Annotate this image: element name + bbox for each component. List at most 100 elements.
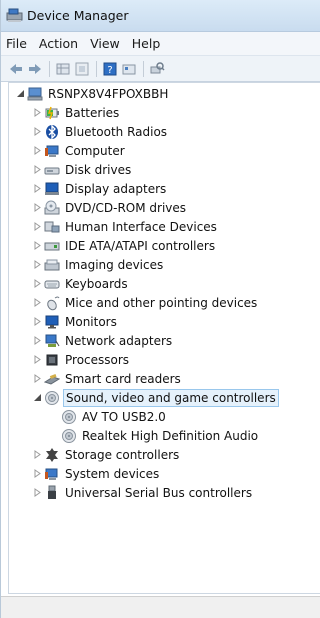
title-bar[interactable]: Device Manager <box>1 0 320 32</box>
back-arrow-icon[interactable] <box>8 61 24 77</box>
disk-drive-icon <box>44 162 60 178</box>
tree-category[interactable]: Computer <box>9 141 320 160</box>
system-devices-icon <box>44 466 60 482</box>
tree-category[interactable]: Mice and other pointing devices <box>9 293 320 312</box>
tree-category[interactable]: Keyboards <box>9 274 320 293</box>
tree-category[interactable]: Imaging devices <box>9 255 320 274</box>
tree-item-label: Monitors <box>65 314 117 329</box>
tree-item-label: Processors <box>65 352 130 367</box>
imaging-device-icon <box>44 257 60 273</box>
menu-file[interactable]: File <box>6 36 27 51</box>
hid-icon <box>44 219 60 235</box>
collapse-arrow-icon[interactable] <box>32 393 42 403</box>
expand-arrow-icon[interactable] <box>32 450 42 460</box>
show-hidden-icon[interactable] <box>74 61 90 77</box>
tree-item-label: Universal Serial Bus controllers <box>65 485 253 500</box>
toolbar-separator <box>143 60 144 77</box>
status-bar <box>1 596 320 618</box>
toolbar-separator <box>96 60 97 77</box>
tree-category[interactable]: Human Interface Devices <box>9 217 320 236</box>
expand-arrow-icon[interactable] <box>32 488 42 498</box>
expand-arrow-icon[interactable] <box>32 165 42 175</box>
tree-item-label: Disk drives <box>65 162 132 177</box>
expand-arrow-icon[interactable] <box>32 279 42 289</box>
expand-arrow-icon[interactable] <box>32 184 42 194</box>
expand-arrow-icon[interactable] <box>32 241 42 251</box>
tree-category[interactable]: Sound, video and game controllers <box>9 388 320 407</box>
tree-device[interactable]: AV TO USB2.0 <box>9 407 320 426</box>
properties-grid-icon[interactable] <box>55 61 71 77</box>
keyboard-icon <box>44 276 60 292</box>
tree-category[interactable]: Universal Serial Bus controllers <box>9 483 320 502</box>
forward-arrow-icon[interactable] <box>27 61 43 77</box>
tree-category[interactable]: Disk drives <box>9 160 320 179</box>
device-manager-window: Device Manager File Action View Help ? RSNP… <box>0 0 320 618</box>
scan-hardware-icon[interactable] <box>149 61 165 77</box>
tree-item-label: Smart card readers <box>65 371 181 386</box>
tree-category[interactable]: DVD/CD-ROM drives <box>9 198 320 217</box>
menu-action[interactable]: Action <box>39 36 78 51</box>
tree-category[interactable]: Network adapters <box>9 331 320 350</box>
ide-controller-icon <box>44 238 60 254</box>
storage-controller-icon <box>44 447 60 463</box>
tree-item-label: Storage controllers <box>65 447 180 462</box>
tree-item-label: Batteries <box>65 105 120 120</box>
expand-arrow-icon[interactable] <box>32 127 42 137</box>
bluetooth-icon <box>44 123 60 140</box>
expand-arrow-icon[interactable] <box>32 298 42 308</box>
menu-help[interactable]: Help <box>132 36 161 51</box>
tree-category[interactable]: Monitors <box>9 312 320 331</box>
tree-category[interactable]: Batteries <box>9 103 320 122</box>
tree-item-label: Mice and other pointing devices <box>65 295 258 310</box>
svg-text:?: ? <box>107 65 112 76</box>
tree-category[interactable]: System devices <box>9 464 320 483</box>
expand-arrow-icon[interactable] <box>32 374 42 384</box>
tree-category[interactable]: Display adapters <box>9 179 320 198</box>
tree-item-label: AV TO USB2.0 <box>82 409 166 424</box>
tree-item-label: Computer <box>65 143 125 158</box>
tree-root[interactable]: RSNPX8V4FPOXBBH <box>9 84 320 103</box>
tree-category[interactable]: Bluetooth Radios <box>9 122 320 141</box>
tree-item-label: RSNPX8V4FPOXBBH <box>48 86 169 101</box>
mouse-icon <box>44 295 60 311</box>
computer-category-icon <box>44 143 60 159</box>
window-title: Device Manager <box>27 8 129 23</box>
speaker-icon <box>61 428 77 444</box>
expand-arrow-icon[interactable] <box>32 355 42 365</box>
tree-category[interactable]: Storage controllers <box>9 445 320 464</box>
toolbar-separator <box>49 60 50 77</box>
computer-icon <box>27 86 43 102</box>
tree-category[interactable]: IDE ATA/ATAPI controllers <box>9 236 320 255</box>
monitor-icon <box>44 314 60 330</box>
usb-icon <box>44 485 60 501</box>
expand-arrow-icon[interactable] <box>32 203 42 213</box>
help-book-icon[interactable]: ? <box>102 61 118 77</box>
collapse-arrow-icon[interactable] <box>15 89 25 99</box>
speaker-icon <box>44 390 60 406</box>
dvd-drive-icon <box>44 200 60 216</box>
tree-item-label: Bluetooth Radios <box>65 124 168 139</box>
update-driver-icon[interactable] <box>121 61 137 77</box>
network-adapter-icon <box>44 333 60 349</box>
tree-item-label: Keyboards <box>65 276 128 291</box>
menu-view[interactable]: View <box>90 36 120 51</box>
expand-arrow-icon[interactable] <box>32 146 42 156</box>
processor-icon <box>44 352 60 368</box>
device-tree[interactable]: RSNPX8V4FPOXBBH Batteries Bluetooth Radios… <box>8 82 320 594</box>
display-adapter-icon <box>44 181 60 197</box>
tree-item-label: Imaging devices <box>65 257 164 272</box>
expand-arrow-icon[interactable] <box>32 260 42 270</box>
expand-arrow-icon[interactable] <box>32 317 42 327</box>
expand-arrow-icon[interactable] <box>32 222 42 232</box>
expand-arrow-icon[interactable] <box>32 469 42 479</box>
expand-arrow-icon[interactable] <box>32 336 42 346</box>
tree-category[interactable]: Smart card readers <box>9 369 320 388</box>
tree-category[interactable]: Processors <box>9 350 320 369</box>
expand-arrow-icon[interactable] <box>32 108 42 118</box>
tree-item-label: Human Interface Devices <box>65 219 217 234</box>
tree-item-label: IDE ATA/ATAPI controllers <box>65 238 216 253</box>
tree-item-label: Realtek High Definition Audio <box>82 428 259 443</box>
tree-device[interactable]: Realtek High Definition Audio <box>9 426 320 445</box>
